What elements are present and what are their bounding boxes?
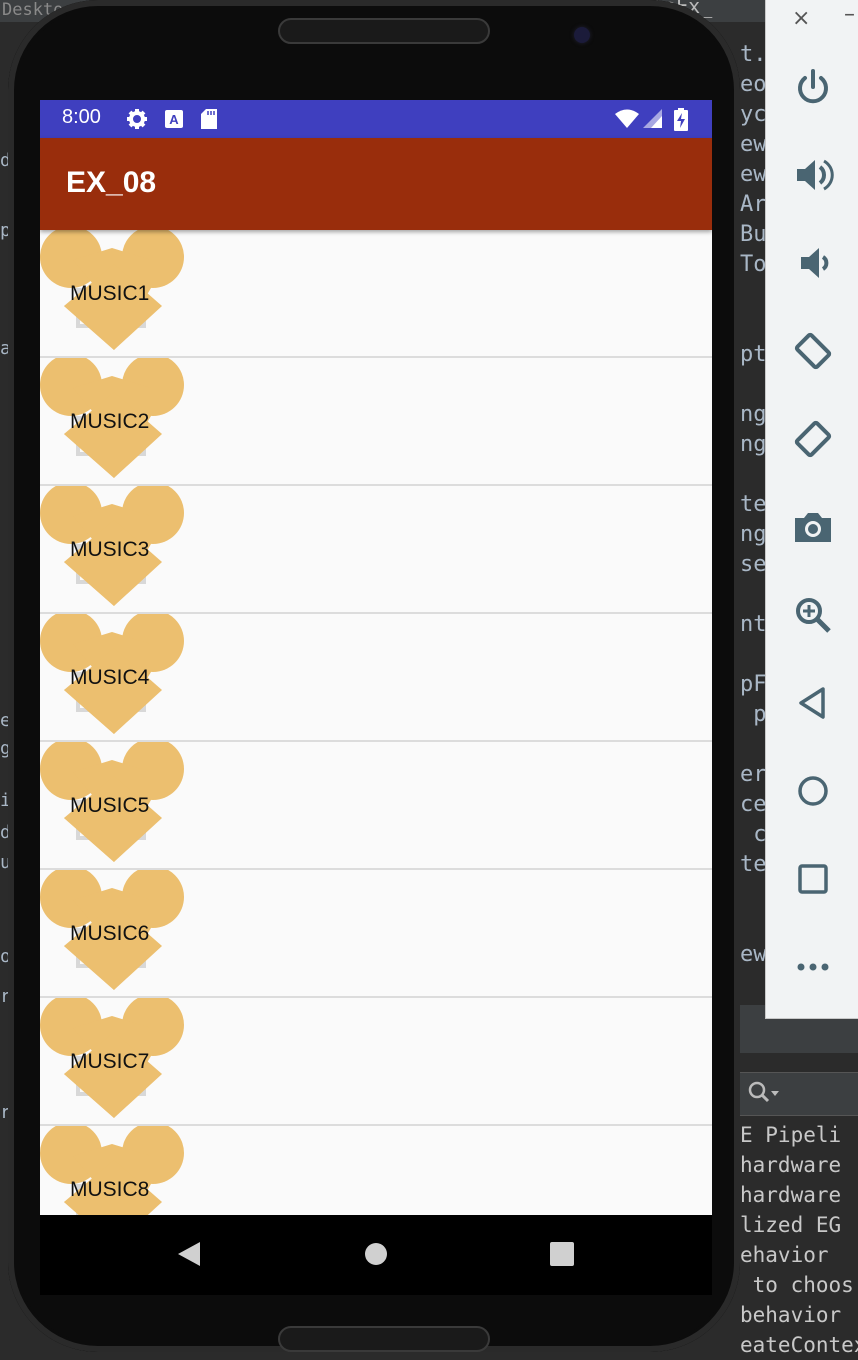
item-label: MUSIC6 [70, 922, 150, 945]
power-icon[interactable] [788, 62, 838, 112]
logcat-console: E Pipeli hardware hardware lized EG ehavior … [740, 1120, 858, 1360]
camera-icon[interactable] [788, 502, 838, 552]
console-line: ehavior [740, 1243, 842, 1267]
cell-signal-icon [642, 108, 664, 134]
app-title: EX_08 [66, 166, 157, 199]
list-item[interactable]: MUSIC7 [40, 998, 712, 1126]
phone-speaker-bottom [278, 1326, 490, 1352]
console-line: to choos [740, 1273, 854, 1297]
zoom-icon[interactable] [788, 590, 838, 640]
minimize-icon[interactable]: – [844, 2, 855, 27]
status-time: 8:00 [62, 106, 101, 128]
nav-overview-icon[interactable] [548, 1239, 576, 1273]
settings-icon [126, 108, 148, 134]
list-item[interactable]: MUSIC3 [40, 486, 712, 614]
rotate-left-icon[interactable] [788, 326, 838, 376]
item-label: MUSIC4 [70, 666, 150, 689]
more-icon[interactable] [788, 942, 838, 992]
item-label: MUSIC1 [70, 282, 150, 305]
list-item[interactable]: MUSIC6 [40, 870, 712, 998]
item-label: MUSIC8 [70, 1178, 150, 1201]
music-list[interactable]: MUSIC1 MUSIC2 MUSIC3 MUSIC4 MUSIC5 MUSIC6 MUSI… [40, 230, 712, 1215]
console-search[interactable] [740, 1072, 858, 1116]
nav-back-icon[interactable] [174, 1239, 204, 1273]
back-icon[interactable] [788, 678, 838, 728]
list-item[interactable]: MUSIC5 [40, 742, 712, 870]
console-line: behavior [740, 1303, 854, 1327]
phone-front-camera [574, 27, 590, 43]
accessibility-a-icon: A [164, 108, 184, 134]
list-item[interactable]: MUSIC8 [40, 1126, 712, 1215]
rotate-right-icon[interactable] [788, 414, 838, 464]
item-label: MUSIC2 [70, 410, 150, 433]
sd-card-icon [200, 108, 218, 134]
close-icon[interactable]: × [792, 6, 810, 31]
list-item[interactable]: MUSIC1 [40, 230, 712, 358]
item-label: MUSIC5 [70, 794, 150, 817]
nav-home-icon[interactable] [362, 1239, 390, 1273]
wifi-icon [614, 108, 640, 134]
console-line: lized EG [740, 1213, 842, 1237]
status-bar: 8:00 A [40, 100, 712, 138]
console-line: eateContex [740, 1333, 858, 1357]
volume-down-icon[interactable] [788, 238, 838, 288]
list-item[interactable]: MUSIC2 [40, 358, 712, 486]
app-bar: EX_08 [40, 138, 712, 230]
overview-icon[interactable] [788, 854, 838, 904]
console-line: hardware [740, 1153, 842, 1177]
console-line: hardware [740, 1183, 842, 1207]
battery-icon [674, 108, 688, 136]
list-item[interactable]: MUSIC4 [40, 614, 712, 742]
navigation-bar [40, 1215, 712, 1295]
phone-screen: 8:00 A EX_08 MUSIC1 MUSIC2 MUSIC3 MUSIC4 MUS… [40, 100, 712, 1215]
search-icon[interactable] [746, 1079, 780, 1113]
volume-up-icon[interactable] [788, 150, 838, 200]
home-icon[interactable] [788, 766, 838, 816]
svg-text:A: A [169, 112, 179, 127]
phone-speaker-top [278, 18, 490, 44]
item-label: MUSIC7 [70, 1050, 150, 1073]
emulator-side-panel: × – [765, 0, 858, 1019]
console-line: E Pipeli [740, 1123, 842, 1147]
item-label: MUSIC3 [70, 538, 150, 561]
